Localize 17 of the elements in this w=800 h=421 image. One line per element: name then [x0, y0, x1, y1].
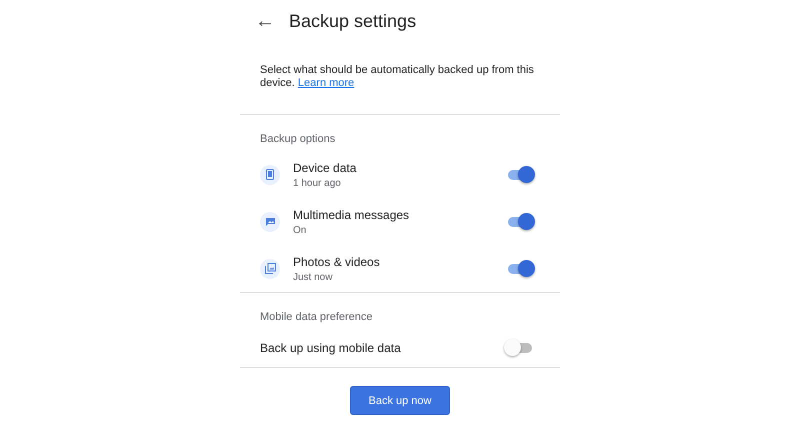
- page-title: Backup settings: [289, 10, 416, 32]
- section-heading: Backup options: [259, 132, 336, 147]
- back-button[interactable]: ←: [255, 11, 289, 31]
- setting-title: Device data: [293, 160, 358, 174]
- setting-title: Back up using mobile data: [260, 341, 402, 355]
- phone-icon: [260, 164, 280, 184]
- setting-title: Photos & videos: [293, 254, 381, 268]
- setting-status: On: [293, 224, 308, 236]
- section-heading: Mobile data preference: [259, 310, 374, 325]
- setting-status: 1 hour ago: [293, 178, 342, 188]
- setting-title: Multimedia messages: [293, 208, 410, 222]
- description-text: Select what should be automatically backed up from this device. Learn more: [259, 63, 535, 91]
- photo-library-icon: [260, 258, 280, 278]
- learn-more-link[interactable]: Learn more: [298, 77, 354, 89]
- setting-status: Just now: [293, 272, 334, 282]
- back-up-now-button[interactable]: Back up now: [350, 386, 450, 415]
- message-image-icon: [260, 212, 280, 232]
